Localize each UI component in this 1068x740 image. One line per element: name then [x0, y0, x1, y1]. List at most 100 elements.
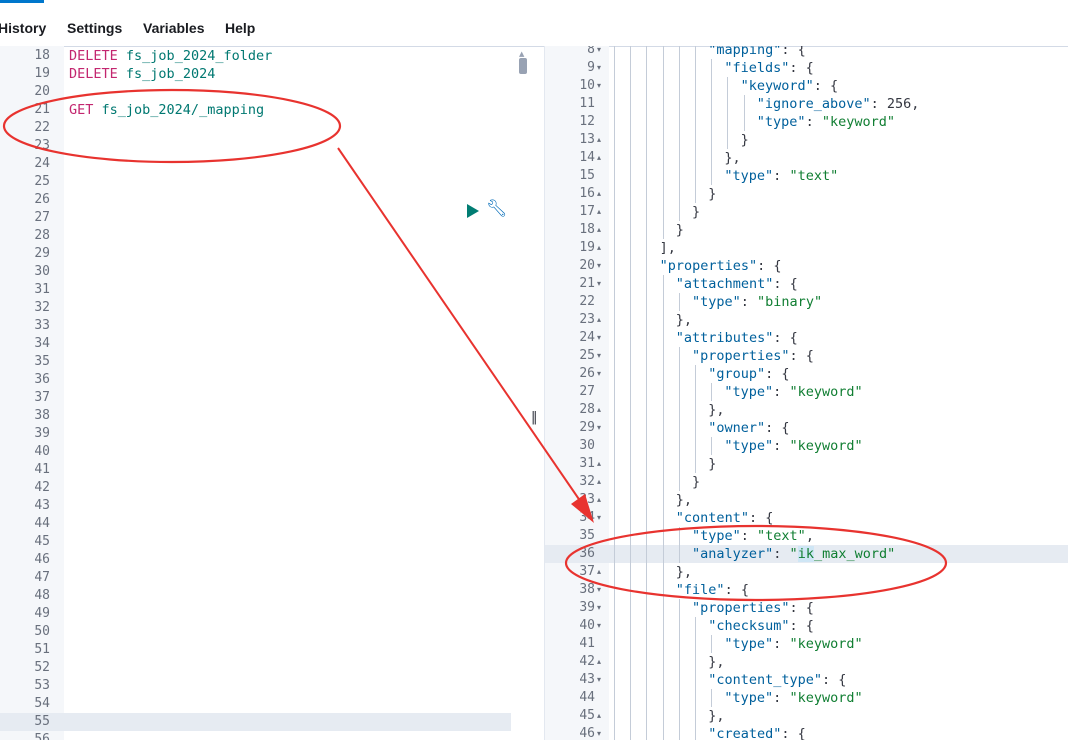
code-line[interactable]: 38 — [0, 407, 530, 425]
code-line[interactable]: 37 ▴}, — [545, 563, 1068, 581]
code-line[interactable]: 28 ▴}, — [545, 401, 1068, 419]
code-line[interactable]: 22 "type": "binary" — [545, 293, 1068, 311]
code-line[interactable]: 56 — [0, 731, 530, 740]
code-line[interactable]: 23 — [0, 137, 530, 155]
code-line[interactable]: 35 — [0, 353, 530, 371]
code-line[interactable]: 32 ▴} — [545, 473, 1068, 491]
code-line[interactable]: 11 "ignore_above": 256, — [545, 95, 1068, 113]
code-line[interactable]: 35 "type": "text", — [545, 527, 1068, 545]
fold-collapse-icon[interactable]: ▾ — [597, 46, 601, 59]
code-line[interactable]: 30 — [0, 263, 530, 281]
code-line[interactable]: 24 ▾ "attributes": { — [545, 329, 1068, 347]
code-line[interactable]: 16 ▴} — [545, 185, 1068, 203]
fold-end-icon[interactable]: ▴ — [597, 239, 601, 257]
fold-end-icon[interactable]: ▴ — [597, 311, 601, 329]
code-line[interactable]: 42 — [0, 479, 530, 497]
fold-end-icon[interactable]: ▴ — [597, 149, 601, 167]
code-line[interactable]: 45 — [0, 533, 530, 551]
fold-collapse-icon[interactable]: ▾ — [597, 77, 601, 95]
fold-end-icon[interactable]: ▴ — [597, 707, 601, 725]
fold-collapse-icon[interactable]: ▾ — [597, 59, 601, 77]
fold-collapse-icon[interactable]: ▾ — [597, 599, 601, 617]
code-line[interactable]: 19 ▴], — [545, 239, 1068, 257]
fold-end-icon[interactable]: ▴ — [597, 401, 601, 419]
code-line[interactable]: 22 — [0, 119, 530, 137]
fold-collapse-icon[interactable]: ▾ — [597, 509, 601, 527]
code-line[interactable]: 49 — [0, 605, 530, 623]
code-line[interactable]: 48 — [0, 587, 530, 605]
code-line[interactable]: 19 DELETE fs_job_2024 — [0, 65, 530, 83]
fold-end-icon[interactable]: ▴ — [597, 185, 601, 203]
fold-collapse-icon[interactable]: ▾ — [597, 329, 601, 347]
fold-collapse-icon[interactable]: ▾ — [597, 257, 601, 275]
code-line[interactable]: 25 ▾ "properties": { — [545, 347, 1068, 365]
fold-collapse-icon[interactable]: ▾ — [597, 671, 601, 689]
code-line[interactable]: 15 "type": "text" — [545, 167, 1068, 185]
code-line[interactable]: 30 "type": "keyword" — [545, 437, 1068, 455]
fold-collapse-icon[interactable]: ▾ — [597, 275, 601, 293]
code-line[interactable]: 47 — [0, 569, 530, 587]
code-line[interactable]: 25 — [0, 173, 530, 191]
menu-help[interactable]: Help — [225, 20, 255, 36]
fold-end-icon[interactable]: ▴ — [597, 221, 601, 239]
request-scrollbar-thumb[interactable] — [519, 58, 527, 74]
fold-collapse-icon[interactable]: ▾ — [597, 347, 601, 365]
code-line[interactable]: 41 — [0, 461, 530, 479]
code-line[interactable]: 33 — [0, 317, 530, 335]
code-line[interactable]: 40 ▾ "checksum": { — [545, 617, 1068, 635]
code-line[interactable]: 27 "type": "keyword" — [545, 383, 1068, 401]
code-line[interactable]: 34 ▾ "content": { — [545, 509, 1068, 527]
fold-end-icon[interactable]: ▴ — [597, 473, 601, 491]
fold-end-icon[interactable]: ▴ — [597, 131, 601, 149]
code-line[interactable]: 32 — [0, 299, 530, 317]
code-line[interactable]: 14 ▴}, — [545, 149, 1068, 167]
code-line[interactable]: 41 "type": "keyword" — [545, 635, 1068, 653]
code-line[interactable]: 51 — [0, 641, 530, 659]
code-line[interactable]: 21 ▾ "attachment": { — [545, 275, 1068, 293]
fold-end-icon[interactable]: ▴ — [597, 563, 601, 581]
code-line[interactable]: 46 ▾ "created": { — [545, 725, 1068, 740]
code-line[interactable]: 23 ▴}, — [545, 311, 1068, 329]
fold-collapse-icon[interactable]: ▾ — [597, 365, 601, 383]
scroll-up-icon[interactable]: ▲ — [519, 50, 524, 58]
drag-handle-icon[interactable]: ‖ — [531, 410, 538, 425]
wrench-icon[interactable]: 🔧︎ — [486, 199, 508, 219]
code-line[interactable]: 43 — [0, 497, 530, 515]
code-line[interactable]: 29 ▾ "owner": { — [545, 419, 1068, 437]
fold-end-icon[interactable]: ▴ — [597, 203, 601, 221]
code-line[interactable]: 26 ▾ "group": { — [545, 365, 1068, 383]
code-line[interactable]: 18 DELETE fs_job_2024_folder — [0, 47, 530, 65]
code-line[interactable]: 36 — [0, 371, 530, 389]
code-line[interactable]: 54 — [0, 695, 530, 713]
fold-collapse-icon[interactable]: ▾ — [597, 419, 601, 437]
code-line[interactable]: 38 ▾ "file": { — [545, 581, 1068, 599]
code-line[interactable]: 20 ▾ "properties": { — [545, 257, 1068, 275]
code-line[interactable]: 39 — [0, 425, 530, 443]
code-line[interactable]: 28 — [0, 227, 530, 245]
code-line[interactable]: 17 ▴} — [545, 203, 1068, 221]
code-line[interactable]: 45 ▴}, — [545, 707, 1068, 725]
code-line[interactable]: 37 — [0, 389, 530, 407]
code-line[interactable]: 10 ▾ "keyword": { — [545, 77, 1068, 95]
code-line[interactable]: 9 ▾ "fields": { — [545, 59, 1068, 77]
code-line[interactable]: 31 ▴} — [545, 455, 1068, 473]
fold-collapse-icon[interactable]: ▾ — [597, 581, 601, 599]
code-line[interactable]: 21 GET fs_job_2024/_mapping — [0, 101, 530, 119]
fold-collapse-icon[interactable]: ▾ — [597, 617, 601, 635]
response-viewer[interactable]: 8 ▾ "mapping": {9 ▾ "fields": {10 ▾ "keyword":… — [544, 46, 1068, 740]
code-line[interactable]: 13 ▴} — [545, 131, 1068, 149]
code-line[interactable]: 43 ▾ "content_type": { — [545, 671, 1068, 689]
code-line[interactable]: 12 "type": "keyword" — [545, 113, 1068, 131]
play-icon[interactable] — [467, 204, 479, 218]
code-line[interactable]: 26 — [0, 191, 530, 209]
code-line[interactable]: 53 — [0, 677, 530, 695]
code-line[interactable]: 44 "type": "keyword" — [545, 689, 1068, 707]
fold-end-icon[interactable]: ▴ — [597, 491, 601, 509]
menu-history[interactable]: History — [0, 20, 46, 36]
request-editor[interactable]: 18 DELETE fs_job_2024_folder 19 DELETE fs_j… — [0, 46, 530, 740]
code-line[interactable]: 31 — [0, 281, 530, 299]
code-line[interactable]: 55 — [0, 713, 530, 731]
code-line[interactable]: 29 — [0, 245, 530, 263]
code-line[interactable]: 33 ▴}, — [545, 491, 1068, 509]
code-line[interactable]: 24 — [0, 155, 530, 173]
